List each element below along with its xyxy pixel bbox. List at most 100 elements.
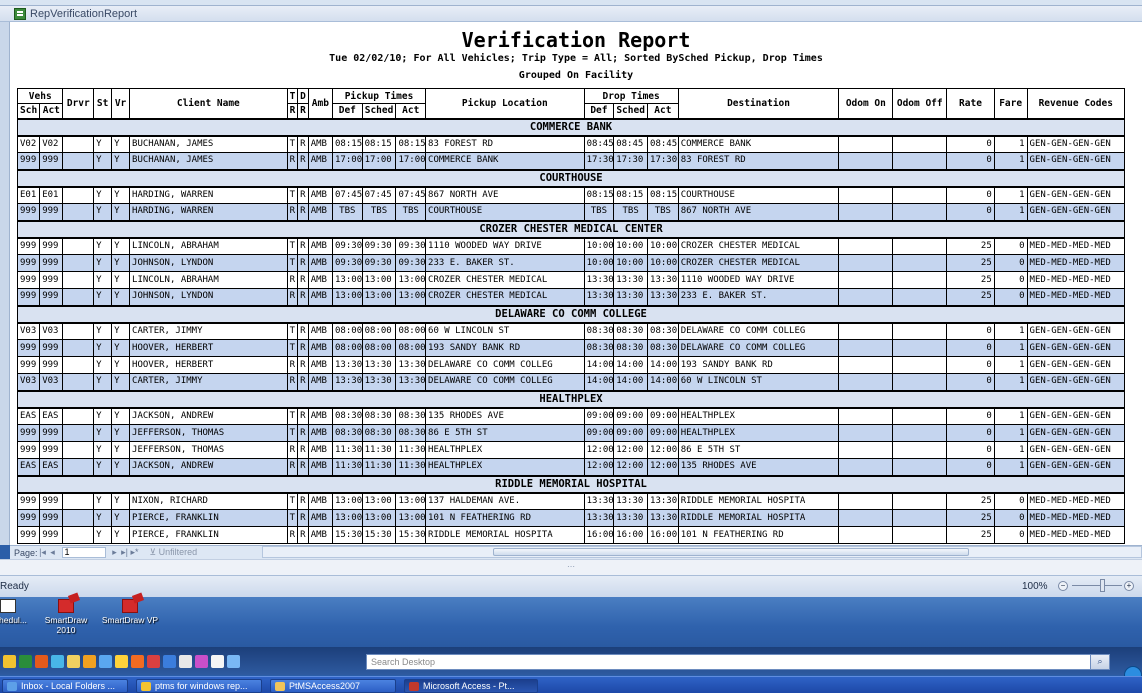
quick-launch-icon[interactable] [131, 654, 144, 668]
cell-r: R [297, 509, 309, 527]
desktop-icon-smartdraw-2010[interactable]: SmartDraw 2010 [36, 599, 96, 635]
new-page-icon[interactable]: ▸* [130, 547, 140, 558]
quick-launch-icon[interactable] [179, 654, 192, 668]
horizontal-scrollbar[interactable] [262, 546, 1142, 558]
cell-r: R [297, 407, 309, 425]
cell-sch: V02 [16, 135, 41, 153]
first-page-icon[interactable]: |◂ [38, 547, 48, 558]
cell-sch: 999 [16, 509, 41, 527]
next-page-icon[interactable]: ▸ [110, 547, 120, 558]
filter-label: Unfiltered [158, 547, 198, 557]
cell-amb: AMB [307, 492, 334, 510]
cell-act: V02 [39, 135, 64, 153]
client-name-header: Client Name [129, 88, 288, 119]
cell-odom-off [892, 271, 948, 289]
quick-launch-icon[interactable] [227, 654, 240, 668]
quick-launch-icon[interactable] [51, 654, 64, 668]
quick-launch-icon[interactable] [67, 654, 80, 668]
zoom-slider[interactable]: − + [1058, 579, 1138, 592]
cell-amb: AMB [307, 339, 334, 357]
cell-t: T [286, 424, 299, 442]
cell-t: R [286, 271, 299, 289]
cell-act: 999 [39, 424, 64, 442]
table-row: 999 999 Y Y HARDING, WARREN R R AMB TBS TBS TBS COU… [16, 203, 1126, 221]
pickup-def-header: Def [332, 103, 363, 119]
cell-odom-off [892, 373, 948, 391]
fare-header: Fare [993, 88, 1028, 119]
cell-sch: V03 [16, 322, 41, 340]
cell-odom-off [892, 407, 948, 425]
cell-revenue-code: GEN-GEN-GEN-GEN [1026, 356, 1126, 374]
cell-r: R [297, 288, 309, 306]
prev-page-icon[interactable]: ◂ [48, 547, 58, 558]
cell-client: NIXON, RICHARD [129, 492, 288, 510]
cell-amb: AMB [307, 152, 334, 170]
cell-st: Y [93, 492, 113, 510]
cell-st: Y [93, 373, 113, 391]
taskbar-item-inbox[interactable]: Inbox - Local Folders ... [2, 679, 128, 693]
cell-drvr [62, 339, 95, 357]
cell-fare: 0 [993, 526, 1028, 544]
cell-drvr [62, 458, 95, 476]
cell-dr-sched: 17:30 [613, 152, 649, 170]
cell-pu-def: 09:30 [332, 237, 363, 255]
filter-indicator[interactable]: ⊻ Unfiltered [150, 547, 198, 558]
zoom-knob[interactable] [1100, 579, 1105, 592]
desktop-icon-smartdraw-vp[interactable]: SmartDraw VP [100, 599, 160, 625]
verification-table: Vehs Drvr St Vr Client Name T D Amb Pick… [16, 88, 1126, 544]
cell-destination: COURTHOUSE [677, 186, 840, 204]
cell-destination: 1110 WOODED WAY DRIVE [677, 271, 840, 289]
cell-dr-sched: 14:00 [613, 356, 649, 374]
cell-dr-def: 12:00 [583, 441, 615, 459]
cell-vr: Y [111, 509, 131, 527]
last-page-icon[interactable]: ▸| [120, 547, 130, 558]
cell-odom-on [838, 356, 894, 374]
quick-launch-icon[interactable] [83, 654, 96, 668]
taskbar-item-label: PtMSAccess2007 [289, 681, 361, 691]
quick-launch-icon[interactable] [99, 654, 112, 668]
taskbar-item-access[interactable]: Microsoft Access - Pt... [404, 679, 538, 693]
quick-launch-icon[interactable] [3, 654, 16, 668]
desktop-search-input[interactable]: Search Desktop [366, 654, 1110, 670]
cell-r: R [297, 237, 309, 255]
cell-dr-def: 13:30 [583, 288, 615, 306]
zoom-out-icon[interactable]: − [1058, 581, 1068, 591]
cell-rate: 0 [946, 152, 995, 170]
taskbar-item-folder[interactable]: PtMSAccess2007 [270, 679, 396, 693]
cell-pu-def: TBS [332, 203, 363, 221]
cell-vr: Y [111, 424, 131, 442]
quick-launch-icon[interactable] [195, 654, 208, 668]
cell-dr-sched: 10:00 [613, 237, 649, 255]
cell-odom-off [892, 203, 948, 221]
st-header: St [93, 88, 113, 119]
page-number-input[interactable]: 1 [61, 547, 106, 558]
quick-launch-icon[interactable] [115, 654, 128, 668]
quick-launch-icon[interactable] [211, 654, 224, 668]
cell-dr-def: 10:00 [583, 254, 615, 272]
report-titlebar[interactable]: RepVerificationReport [0, 6, 1142, 22]
cell-dr-act: 09:00 [647, 407, 679, 425]
cell-dr-def: 17:30 [583, 152, 615, 170]
scrollbar-thumb[interactable] [493, 548, 969, 556]
desktop-icon-scheduler[interactable]: Schedul... [0, 599, 38, 625]
quick-launch-icon[interactable] [35, 654, 48, 668]
search-icon[interactable]: ⌕ [1090, 654, 1110, 670]
quick-launch-icon[interactable] [19, 654, 32, 668]
d-header: D [297, 88, 309, 104]
cell-odom-on [838, 509, 894, 527]
cell-pu-act: 08:00 [395, 322, 427, 340]
cell-amb: AMB [307, 458, 334, 476]
cell-pickup-location: DELAWARE CO COMM COLLEG [425, 356, 585, 374]
quick-launch-icon[interactable] [163, 654, 176, 668]
cell-odom-off [892, 135, 948, 153]
zoom-in-icon[interactable]: + [1124, 581, 1134, 591]
cell-act: 999 [39, 492, 64, 510]
cell-destination: 193 SANDY BANK RD [677, 356, 840, 374]
taskbar-item-ptms-browser[interactable]: ptms for windows rep... [136, 679, 262, 693]
quick-launch-icon[interactable] [147, 654, 160, 668]
facility-group-row: HEALTHPLEX [17, 389, 1125, 409]
cell-odom-off [892, 237, 948, 255]
cell-odom-on [838, 526, 894, 544]
report-subtitle: Tue 02/02/10; For All Vehicles; Trip Typ… [329, 53, 823, 64]
cell-fare: 0 [993, 288, 1028, 306]
